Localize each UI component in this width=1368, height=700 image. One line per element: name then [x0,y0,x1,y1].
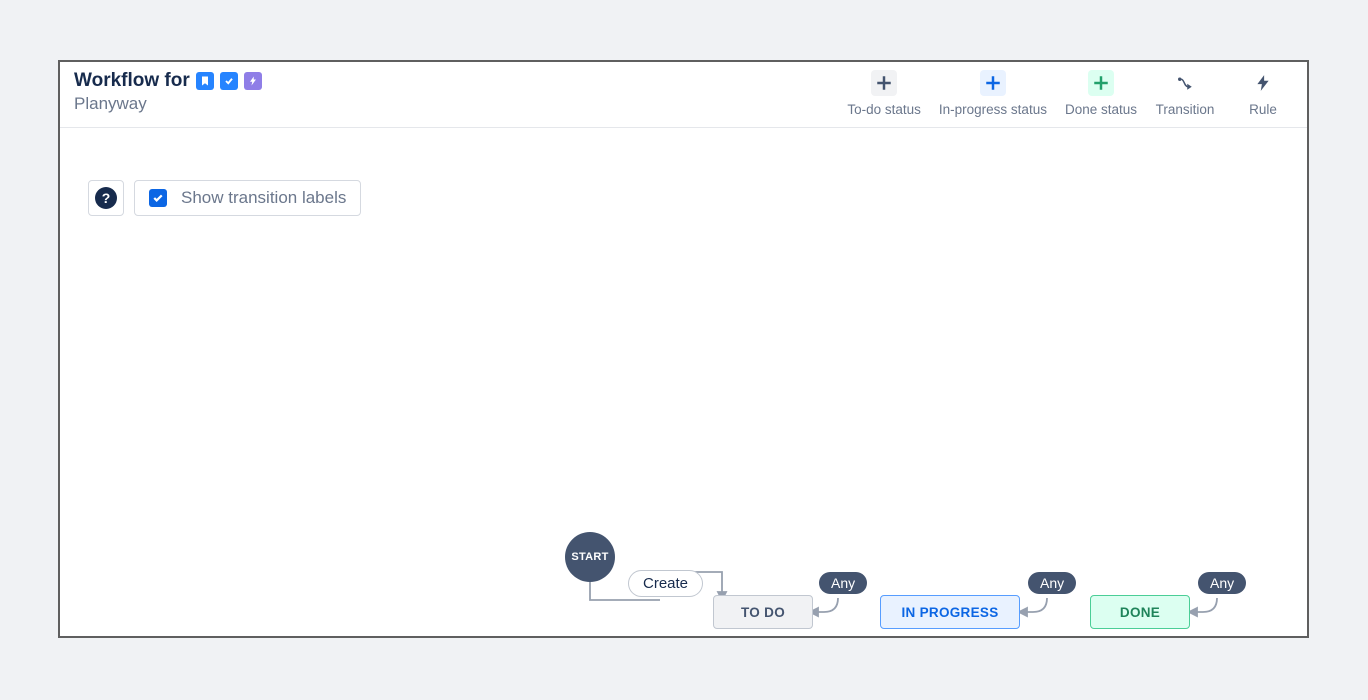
workflow-editor-panel: Workflow for Planyway To-do status [58,60,1309,638]
any-transition-todo[interactable]: Any [819,572,867,594]
show-transition-labels-toggle[interactable]: Show transition labels [134,180,361,216]
title-block: Workflow for Planyway [74,70,262,114]
story-type-icon [196,72,214,90]
create-transition-label[interactable]: Create [628,570,703,597]
status-node-inprogress[interactable]: IN PROGRESS [880,595,1020,629]
help-icon: ? [95,187,117,209]
checkbox-checked-icon [149,189,167,207]
workflow-canvas[interactable]: START Create TO DO IN PROGRESS DONE Any … [60,222,1307,636]
toggle-label: Show transition labels [181,188,346,208]
panel-header: Workflow for Planyway To-do status [60,62,1307,128]
controls-row: ? Show transition labels [88,180,361,216]
title-row: Workflow for [74,70,262,92]
task-type-icon [220,72,238,90]
add-todo-status-button[interactable]: To-do status [847,70,921,117]
toolbar: To-do status In-progress status Done sta… [847,70,1293,117]
help-button[interactable]: ? [88,180,124,216]
add-transition-button[interactable]: Transition [1155,70,1215,117]
plus-icon [980,70,1006,96]
page-title: Workflow for [74,70,190,92]
add-done-status-button[interactable]: Done status [1065,70,1137,117]
project-name: Planyway [74,94,262,114]
epic-type-icon [244,72,262,90]
add-rule-button[interactable]: Rule [1233,70,1293,117]
any-transition-inprogress[interactable]: Any [1028,572,1076,594]
status-node-done[interactable]: DONE [1090,595,1190,629]
plus-icon [871,70,897,96]
status-node-todo[interactable]: TO DO [713,595,813,629]
add-inprogress-status-button[interactable]: In-progress status [939,70,1047,117]
plus-icon [1088,70,1114,96]
transition-icon [1172,70,1198,96]
any-transition-done[interactable]: Any [1198,572,1246,594]
bolt-icon [1250,70,1276,96]
start-node[interactable]: START [565,532,615,582]
